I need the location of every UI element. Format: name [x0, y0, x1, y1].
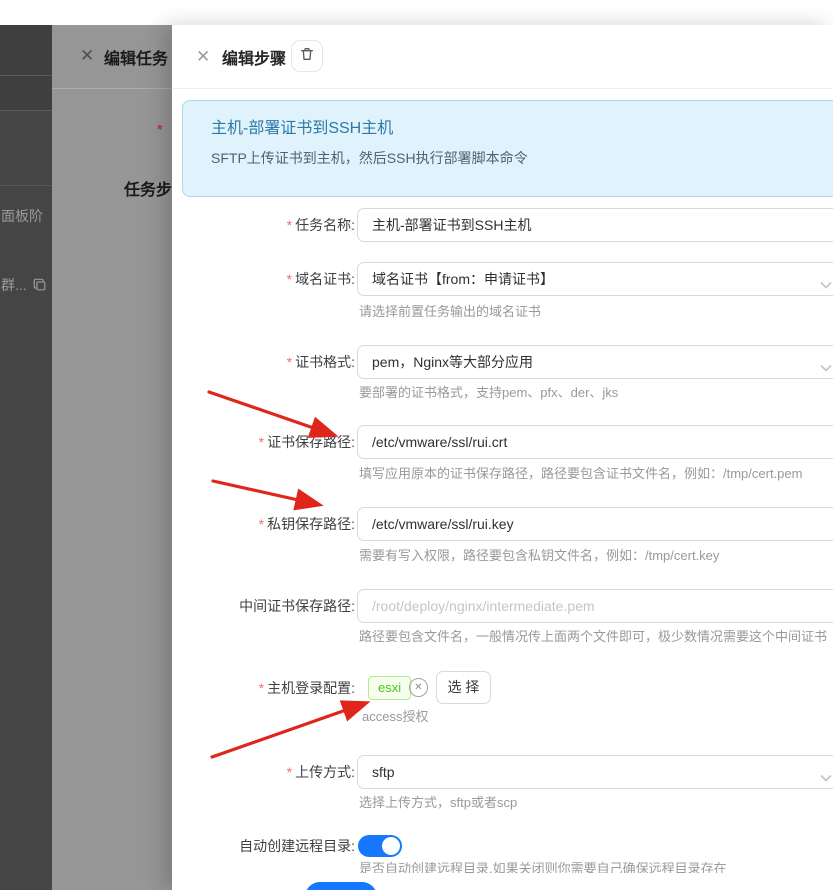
field-label: * 上传方式: — [286, 764, 355, 780]
chevron-down-icon — [820, 276, 832, 289]
upload-method-select[interactable]: sftp — [357, 755, 833, 789]
field-label: * 证书保存路径: — [258, 434, 355, 450]
copy-icon — [33, 278, 47, 292]
required-star: * — [286, 271, 293, 287]
required-star: * — [258, 434, 265, 450]
field-help: 选择上传方式，sftp或者scp — [359, 795, 518, 810]
field-label: * 证书格式: — [286, 354, 355, 370]
field-label: 自动创建远程目录: — [239, 838, 355, 854]
field-label: * 任务名称: — [286, 217, 355, 233]
field-help: access授权 — [362, 709, 429, 724]
background-row — [0, 25, 52, 110]
remove-tag-icon[interactable]: ✕ — [409, 678, 428, 697]
key-save-path-input[interactable]: /etc/vmware/ssl/rui.key — [357, 507, 833, 541]
field-label: * 域名证书: — [286, 271, 355, 287]
field-label: * 私钥保存路径: — [258, 516, 355, 532]
submit-button[interactable] — [305, 882, 377, 890]
host-access-tag[interactable]: esxi — [368, 676, 412, 700]
field-label: 中间证书保存路径: — [239, 598, 355, 614]
row-divider — [0, 185, 52, 186]
field-help: 填写应用原本的证书保存路径，路径要包含证书文件名，例如：/tmp/cert.pe… — [359, 466, 803, 481]
field-label: * 主机登录配置: — [258, 680, 355, 696]
required-star-fragment: * — [157, 121, 163, 137]
plugin-info-alert: 主机-部署证书到SSH主机 SFTP上传证书到主机，然后SSH执行部署脚本命令 — [182, 100, 833, 197]
required-star: * — [286, 217, 293, 233]
alert-title: 主机-部署证书到SSH主机 — [211, 120, 394, 137]
required-star: * — [258, 516, 265, 532]
field-help: 是否自动创建远程目录,如果关闭则你需要自己确保远程目录存在 — [359, 861, 727, 873]
background-page-strip: 面板阶 群... — [0, 25, 52, 890]
delete-step-button[interactable] — [291, 40, 323, 72]
page: 面板阶 群... ✕ 编辑任务 * 任务步 ✕ 编辑步骤 主机-部署证书到SSH… — [0, 0, 833, 890]
trash-icon — [299, 46, 315, 67]
header-divider — [52, 88, 172, 89]
field-help: 要部署的证书格式，支持pem、pfx、der、jks — [359, 385, 619, 400]
field-help: 路径要包含文件名，一般情况传上面两个文件即可，极少数情况需要这个中间证书 — [359, 629, 828, 644]
page-title: 编辑步骤 — [222, 51, 287, 68]
auto-create-dir-switch[interactable] — [358, 835, 402, 857]
intermediate-cert-path-input[interactable]: /root/deploy/nginx/intermediate.pem — [357, 589, 833, 623]
cluster-text-fragment: 群... — [1, 277, 27, 293]
close-icon[interactable]: ✕ — [196, 47, 210, 67]
panel-text-fragment: 面板阶 — [1, 208, 43, 224]
row-divider — [0, 75, 52, 76]
required-star: * — [258, 680, 265, 696]
task-steps-label-fragment: 任务步 — [124, 182, 172, 199]
task-drawer-title: 编辑任务 — [104, 51, 169, 68]
domain-cert-select[interactable]: 域名证书【from：申请证书】 — [357, 262, 833, 296]
task-name-input[interactable]: 主机-部署证书到SSH主机 — [357, 208, 833, 242]
row-divider — [0, 110, 52, 111]
required-star: * — [286, 354, 293, 370]
required-star: * — [286, 764, 293, 780]
close-icon: ✕ — [80, 46, 95, 65]
cert-format-select[interactable]: pem，Nginx等大部分应用 — [357, 345, 833, 379]
cluster-row-fragment: 群... — [1, 275, 47, 295]
field-help: 需要有写入权限，路径要包含私钥文件名，例如：/tmp/cert.key — [359, 548, 720, 563]
alert-description: SFTP上传证书到主机，然后SSH执行部署脚本命令 — [211, 150, 528, 166]
task-drawer: ✕ 编辑任务 * 任务步 — [52, 25, 172, 890]
header-divider — [172, 88, 833, 89]
field-help: 请选择前置任务输出的域名证书 — [359, 304, 542, 319]
input-placeholder: /root/deploy/nginx/intermediate.pem — [372, 598, 595, 614]
step-drawer: ✕ 编辑步骤 主机-部署证书到SSH主机 SFTP上传证书到主机，然后SSH执行… — [172, 25, 833, 890]
switch-knob — [382, 837, 400, 855]
select-host-button[interactable]: 选 择 — [436, 671, 491, 704]
cert-save-path-input[interactable]: /etc/vmware/ssl/rui.crt — [357, 425, 833, 459]
chevron-down-icon — [820, 769, 832, 782]
chevron-down-icon — [820, 359, 832, 372]
